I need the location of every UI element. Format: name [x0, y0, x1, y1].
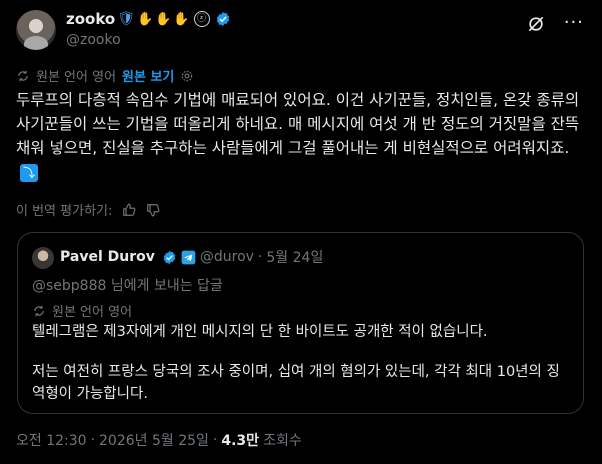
quoted-author-handle: @durov: [199, 249, 254, 265]
gear-icon[interactable]: [180, 69, 194, 83]
footer-separator: ·: [90, 432, 96, 448]
thumbs-up-icon[interactable]: [122, 203, 136, 217]
translate-icon: [34, 305, 44, 316]
arrow-down-emoji-icon: ⤵: [20, 163, 38, 182]
quoted-tweet[interactable]: Pavel Durov @durov · 5월 24일 @sebp888 님에게…: [17, 232, 584, 414]
quoted-author-avatar: [32, 247, 54, 269]
verified-badge-icon: [163, 250, 176, 264]
quoted-translation-label: 원본 언어 영어: [52, 305, 133, 320]
translation-label: 원본 언어 영어: [36, 70, 117, 85]
author-handle[interactable]: @zooko: [66, 32, 121, 48]
tweet-time[interactable]: 오전 12:30: [16, 430, 87, 450]
translate-icon: [18, 70, 28, 81]
zcash-icon: ⓩ: [193, 11, 210, 27]
tweet-date[interactable]: 2026년 5월 25일: [99, 430, 209, 450]
footer-separator: ·: [212, 432, 218, 448]
author-display-name[interactable]: zooko: [66, 10, 115, 28]
telegram-icon: [181, 250, 196, 264]
rate-translation-row: 이 번역 평가하기:: [16, 200, 160, 219]
views-count[interactable]: 4.3만: [221, 430, 259, 450]
quoted-tweet-date: 5월 24일: [266, 250, 324, 266]
quoted-tweet-text-1: 텔레그램은 제3자에게 개인 메시지의 단 한 바이트도 공개한 적이 없습니다…: [32, 324, 488, 340]
raised-hand-emoji-icon: ✋: [137, 11, 154, 27]
tweet-text-body: 두루프의 다층적 속임수 기법에 매료되어 있어요. 이건 사기꾼들, 정치인들…: [16, 91, 580, 157]
quoted-tweet-header: Pavel Durov @durov · 5월 24일: [60, 247, 323, 267]
shield-emoji-icon: 🛡: [117, 11, 135, 27]
grok-icon[interactable]: [526, 14, 546, 34]
quoted-translation-notice: 원본 언어 영어: [32, 301, 132, 320]
quoted-author-name: Pavel Durov: [60, 249, 155, 265]
author-avatar[interactable]: [16, 10, 56, 50]
meta-separator: ·: [257, 249, 263, 265]
reply-to-label: @sebp888 님에게 보내는 답글: [32, 278, 223, 294]
tweet-text: 두루프의 다층적 속임수 기법에 매료되어 있어요. 이건 사기꾼들, 정치인들…: [16, 88, 586, 184]
tweet-header: zooko 🛡 ✋ ✋ ✋ ⓩ @zooko ···: [16, 8, 586, 52]
views-label: 조회수: [263, 433, 302, 449]
translation-notice: 원본 언어 영어 원본 보기: [16, 66, 194, 85]
show-original-link[interactable]: 원본 보기: [122, 66, 174, 85]
thumbs-down-icon[interactable]: [146, 203, 160, 217]
more-options-icon[interactable]: ···: [564, 12, 584, 33]
author-name-row: zooko 🛡 ✋ ✋ ✋ ⓩ: [66, 10, 231, 28]
rate-translation-label: 이 번역 평가하기:: [16, 204, 113, 219]
raised-hand-emoji-icon: ✋: [155, 11, 172, 27]
quoted-tweet-text-2: 저는 여전히 프랑스 당국의 조사 중이며, 십여 개의 혐의가 있는데, 각각…: [32, 364, 560, 402]
tweet-footer: 오전 12:30 · 2026년 5월 25일 · 4.3만 조회수: [16, 430, 302, 450]
raised-hand-emoji-icon: ✋: [173, 11, 190, 27]
verified-badge-icon: [216, 12, 229, 26]
